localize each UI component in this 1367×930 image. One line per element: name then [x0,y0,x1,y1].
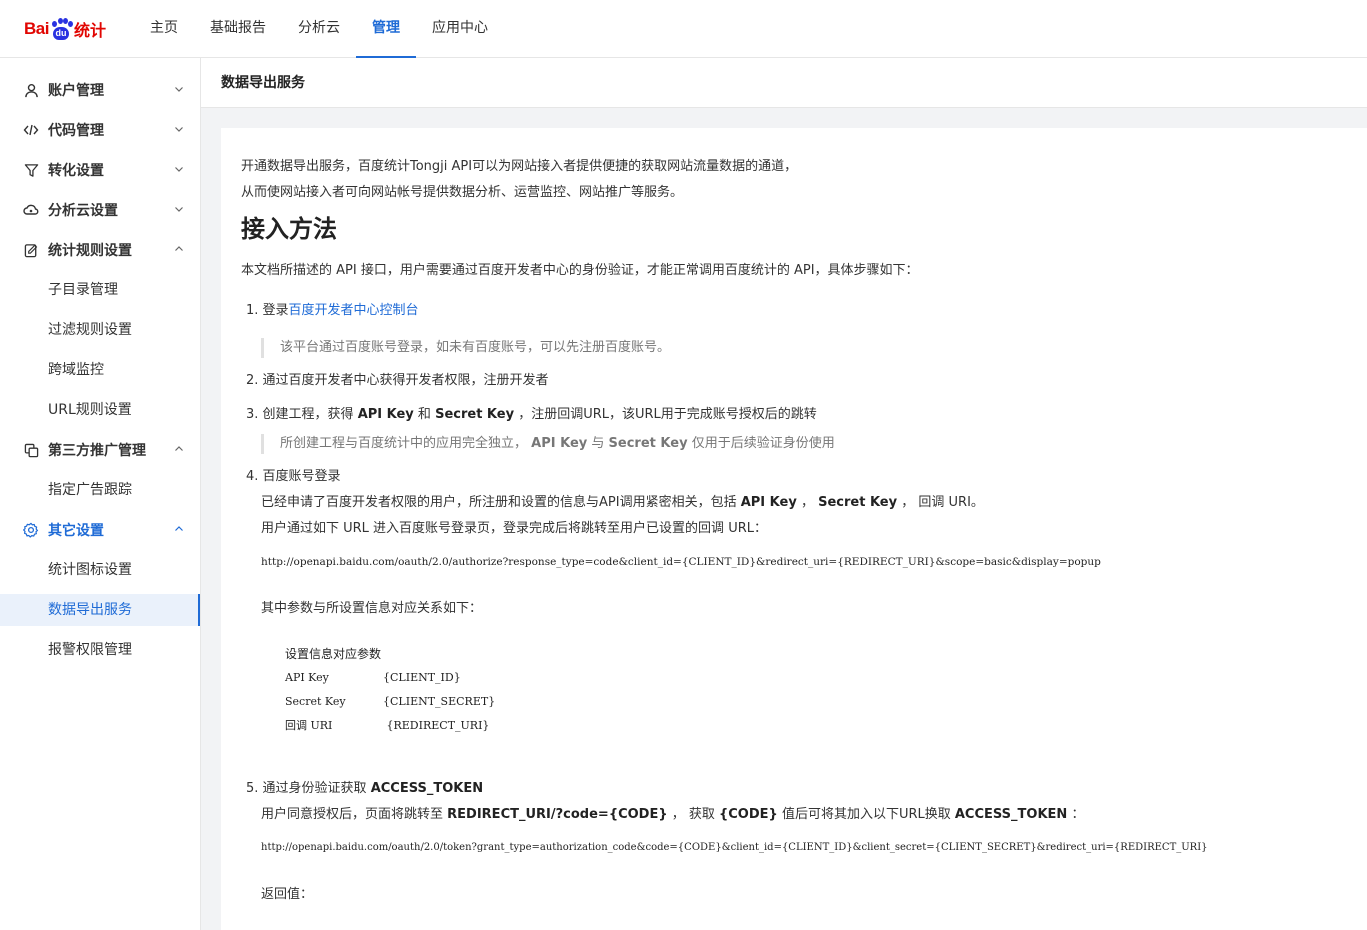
sidebar-group-stat-rules[interactable]: 统计规则设置 [0,230,200,270]
gear-icon [22,521,40,539]
table-row: API Key {CLIENT_ID} [285,671,461,684]
intro-line-1: 开通数据导出服务，百度统计Tongji API可以为网站接入者提供便捷的获取网站… [241,159,798,174]
sidebar-group-account[interactable]: 账户管理 [0,70,200,110]
doc-card: 开通数据导出服务，百度统计Tongji API可以为网站接入者提供便捷的获取网站… [221,128,1367,930]
sidebar: 账户管理 代码管理 转化设置 分析云设置 统计规则设置 子目录管理 过滤规则设置… [0,58,201,930]
sidebar-item-ad-tracking[interactable]: 指定广告跟踪 [0,470,200,510]
params-label: 其中参数与所设置信息对应关系如下： [261,601,483,616]
chevron-down-icon [175,127,183,132]
filter-icon [22,161,40,179]
copy-icon [22,441,40,459]
step-1-note: 该平台通过百度账号登录，如未有百度账号，可以先注册百度账号。 [261,338,1347,358]
developer-console-link[interactable]: 百度开发者中心控制台 [289,303,419,318]
step-3: 3. 创建工程，获得 API Key 和 Secret Key ，注册回调URL… [246,407,817,422]
table-row: Secret Key {CLIENT_SECRET} [285,695,496,708]
sidebar-group-other-settings[interactable]: 其它设置 [0,510,200,550]
sidebar-item-url-rules[interactable]: URL规则设置 [0,390,200,430]
nav-home[interactable]: 主页 [134,0,194,58]
sidebar-item-data-export[interactable]: 数据导出服务 [0,594,200,626]
step-5: 5. 通过身份验证获取 ACCESS_TOKEN [246,781,484,796]
chevron-down-icon [175,207,183,212]
top-navbar: Bai du 统计 主页 基础报告 分析云 管理 应用中心 [0,0,1367,58]
main-nav: 主页 基础报告 分析云 管理 应用中心 [134,0,504,58]
table-row: 回调 URI {REDIRECT_URI} [285,719,490,732]
code-icon [22,121,40,139]
paw-icon: du [50,18,73,40]
step-4: 4. 百度账号登录 [246,469,341,484]
step-5-line-1: 用户同意授权后，页面将跳转至 REDIRECT_URI/?code={CODE}… [261,807,1085,822]
step-2: 2. 通过百度开发者中心获得开发者权限，注册开发者 [246,373,549,388]
nav-management[interactable]: 管理 [356,0,416,58]
sidebar-item-cross-domain[interactable]: 跨域监控 [0,350,200,390]
chevron-up-icon [175,446,183,451]
params-table: 设置信息对应参数 API Key {CLIENT_ID} Secret Key {C… [241,642,1347,738]
sidebar-group-code[interactable]: 代码管理 [0,110,200,150]
user-icon [22,81,40,99]
main-content: 数据导出服务 开通数据导出服务，百度统计Tongji API可以为网站接入者提供… [201,58,1367,930]
sidebar-item-stat-icon[interactable]: 统计图标设置 [0,550,200,590]
section-desc: 本文档所描述的 API 接口，用户需要通过百度开发者中心的身份验证，才能正常调用… [241,263,919,278]
sidebar-item-alert-permission[interactable]: 报警权限管理 [0,630,200,670]
chevron-up-icon [175,246,183,251]
sidebar-group-analytics-cloud[interactable]: 分析云设置 [0,190,200,230]
page-title: 数据导出服务 [201,58,1367,108]
nav-basic-reports[interactable]: 基础报告 [194,0,282,58]
nav-app-center[interactable]: 应用中心 [416,0,504,58]
step-1: 1. 登录百度开发者中心控制台 [246,303,419,318]
chevron-down-icon [175,167,183,172]
nav-analytics-cloud[interactable]: 分析云 [282,0,356,58]
authorize-url: http://openapi.baidu.com/oauth/2.0/autho… [261,556,1101,568]
return-value-label: 返回值： [261,887,314,902]
chevron-up-icon [175,526,183,531]
chevron-down-icon [175,87,183,92]
sidebar-group-conversion[interactable]: 转化设置 [0,150,200,190]
cloud-icon [22,201,40,219]
params-table-header: 设置信息对应参数 [285,647,382,661]
edit-icon [22,241,40,259]
sidebar-group-third-party[interactable]: 第三方推广管理 [0,430,200,470]
step-4-line-1: 已经申请了百度开发者权限的用户，所注册和设置的信息与API调用紧密相关，包括 A… [261,495,984,510]
sidebar-item-subdirectory[interactable]: 子目录管理 [0,270,200,310]
intro-line-2: 从而使网站接入者可向网站帐号提供数据分析、运营监控、网站推广等服务。 [241,185,684,200]
sidebar-item-filter-rules[interactable]: 过滤规则设置 [0,310,200,350]
step-3-note: 所创建工程与百度统计中的应用完全独立， API Key 与 Secret Key… [261,434,1347,454]
section-heading: 接入方法 [241,215,337,243]
baidu-tongji-logo[interactable]: Bai du 统计 [24,14,106,44]
step-4-line-2: 用户通过如下 URL 进入百度账号登录页，登录完成后将跳转至用户已设置的回调 U… [261,521,767,536]
token-url: http://openapi.baidu.com/oauth/2.0/token… [261,842,1208,853]
